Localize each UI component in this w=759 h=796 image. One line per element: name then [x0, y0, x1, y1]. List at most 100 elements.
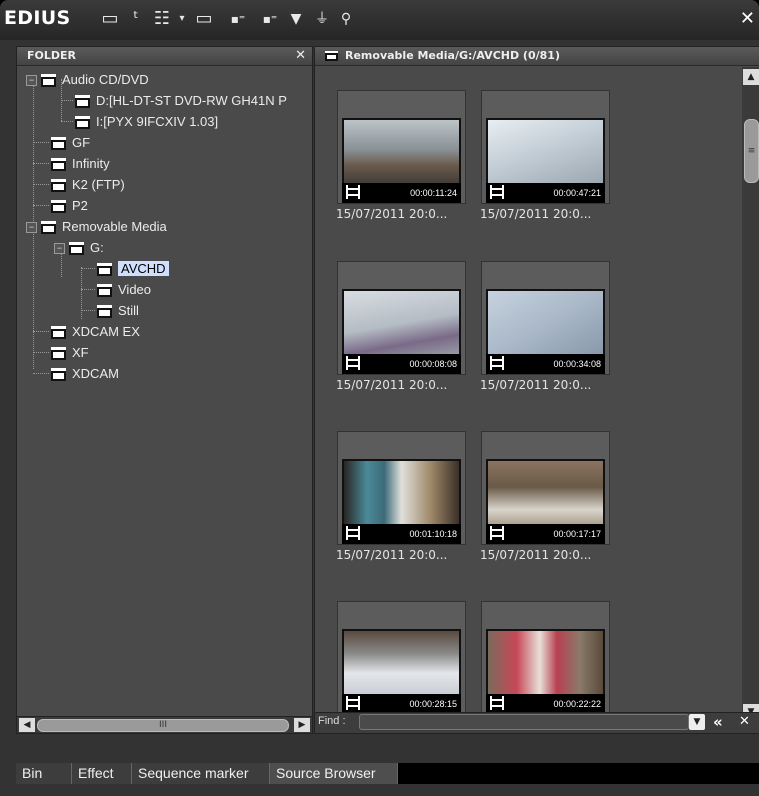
clip-timecode: 00:00:28:15 — [409, 699, 457, 709]
folder-pane: FOLDER ✕ − Audio CD/DVD D:[HL-DT-ST DVD-… — [16, 46, 313, 734]
clip-item[interactable]: 00:00:17:17 15/07/2011 20:0... — [480, 431, 610, 562]
clip-info-bar: 00:00:08:08 — [342, 354, 461, 374]
tree-node-drive-g[interactable]: − G: — [54, 237, 104, 258]
tree-node-avchd[interactable]: AVCHD — [97, 258, 169, 279]
find-bar: Find : ▼ « ✕ — [315, 712, 759, 733]
clip-date: 15/07/2011 20:0... — [336, 378, 448, 392]
tree-node-k2-ftp[interactable]: K2 (FTP) — [51, 174, 125, 195]
clip-timecode: 00:00:47:21 — [553, 188, 601, 198]
path-header: Removable Media/G:/AVCHD (0/81) — [315, 47, 759, 66]
collapse-icon[interactable]: − — [54, 243, 65, 255]
film-icon — [346, 526, 360, 540]
clip-timecode: 00:00:34:08 — [553, 359, 601, 369]
clip-timecode: 00:01:10:18 — [409, 529, 457, 539]
folder-icon — [97, 284, 112, 298]
source-browser-pane: Removable Media/G:/AVCHD (0/81) 00:00:11… — [314, 46, 759, 734]
tree-node-xdcam[interactable]: XDCAM — [51, 363, 119, 384]
toolbar: EDIUS ▭ ᵗ ☷ ▾ ▭ ▪⁼ ▪⁼ ▼ ⏚ ⚲ ✕ — [0, 0, 759, 40]
folder-pane-header: FOLDER ✕ — [17, 47, 312, 66]
clip-timecode: 00:00:17:17 — [553, 529, 601, 539]
film-icon — [346, 696, 360, 710]
tree-node-drive-i[interactable]: I:[PYX 9IFCXIV 1.03] — [75, 111, 218, 132]
tree-node-xdcam-ex[interactable]: XDCAM EX — [51, 321, 140, 342]
pin-icon[interactable]: ▼ — [284, 9, 308, 29]
import-icon[interactable]: ▪⁼ — [226, 9, 250, 29]
folder-icon — [51, 326, 66, 340]
tree-node-gf[interactable]: GF — [51, 132, 90, 153]
tree-node-p2[interactable]: P2 — [51, 195, 88, 216]
folder-icon — [51, 347, 66, 361]
folder-icon — [51, 368, 66, 382]
tree-node-infinity[interactable]: Infinity — [51, 153, 110, 174]
folder-horizontal-scrollbar[interactable]: ◀ III ▶ — [17, 716, 312, 733]
film-icon — [490, 185, 504, 199]
clip-thumbnail — [342, 289, 461, 358]
tab-effect[interactable]: Effect — [72, 763, 132, 784]
dropdown-arrow-icon[interactable]: ▾ — [170, 9, 194, 29]
clip-item[interactable]: 00:00:34:08 15/07/2011 20:0... — [480, 261, 610, 392]
clip-date: 15/07/2011 20:0... — [336, 548, 448, 562]
tree-node-xf[interactable]: XF — [51, 342, 89, 363]
tab-source-browser[interactable]: Source Browser — [270, 763, 398, 784]
tab-bin[interactable]: Bin — [16, 763, 72, 784]
folder-icon — [75, 95, 90, 109]
scroll-left-icon[interactable]: ◀ — [19, 718, 35, 732]
find-dropdown-icon[interactable]: ▼ — [689, 714, 705, 730]
clip-info-bar: 00:00:28:15 — [342, 694, 461, 714]
folder-pane-close-button[interactable]: ✕ — [295, 47, 306, 65]
scroll-thumb[interactable]: III — [37, 719, 289, 732]
scroll-right-icon[interactable]: ▶ — [294, 718, 310, 732]
scroll-up-icon[interactable]: ▲ — [743, 69, 759, 85]
clip-info-bar: 00:00:17:17 — [486, 524, 605, 544]
folder-icon — [69, 242, 84, 256]
folder-icon — [41, 221, 56, 235]
settings-icon[interactable]: ⚲ — [334, 9, 358, 29]
clip-timecode: 00:00:08:08 — [409, 359, 457, 369]
clip-item[interactable]: 00:00:11:24 15/07/2011 20:0... — [336, 90, 466, 221]
film-icon — [346, 356, 360, 370]
tree-node-still[interactable]: Still — [97, 300, 139, 321]
folder-icon — [51, 158, 66, 172]
clip-item[interactable]: 00:01:10:18 15/07/2011 20:0... — [336, 431, 466, 562]
clip-info-bar: 00:01:10:18 — [342, 524, 461, 544]
clip-info-bar: 00:00:34:08 — [486, 354, 605, 374]
clip-item[interactable]: 00:00:08:08 15/07/2011 20:0... — [336, 261, 466, 392]
find-input[interactable] — [359, 714, 689, 730]
folder-icon[interactable]: ▭ — [98, 9, 122, 29]
find-previous-icon[interactable]: « — [713, 713, 723, 731]
scroll-thumb[interactable]: ≡ — [744, 119, 759, 183]
clip-thumbnail — [342, 118, 461, 187]
tab-sequence-marker[interactable]: Sequence marker — [132, 763, 270, 784]
folder-icon — [97, 305, 112, 319]
tree-node-audio-cd[interactable]: − Audio CD/DVD — [26, 69, 149, 90]
clip-thumbnail — [486, 459, 605, 528]
folder-icon — [51, 200, 66, 214]
clip-item[interactable]: 00:00:28:15 — [337, 601, 466, 722]
app-brand: EDIUS — [4, 7, 71, 29]
collapse-icon[interactable]: − — [26, 222, 37, 234]
up-level-icon[interactable]: ᵗ — [124, 9, 148, 29]
folder-icon — [51, 179, 66, 193]
find-close-icon[interactable]: ✕ — [739, 713, 750, 731]
clip-info-bar: 00:00:47:21 — [486, 183, 605, 203]
clip-vertical-scrollbar[interactable]: ▲ ≡ ▼ — [742, 67, 759, 722]
clip-thumbnail — [486, 629, 605, 698]
transfer-icon[interactable]: ⏚ — [310, 9, 334, 29]
clip-info-bar: 00:00:11:24 — [342, 183, 461, 203]
clip-thumbnail — [486, 118, 605, 187]
export-icon[interactable]: ▪⁼ — [258, 9, 282, 29]
clip-thumbnail — [342, 629, 461, 698]
window-close-button[interactable]: ✕ — [740, 8, 755, 29]
clip-date: 15/07/2011 20:0... — [480, 548, 592, 562]
clip-item[interactable]: 00:00:22:22 — [481, 601, 610, 722]
folder-tree: − Audio CD/DVD D:[HL-DT-ST DVD-RW GH41N P… — [17, 67, 312, 733]
clip-date: 15/07/2011 20:0... — [480, 207, 592, 221]
clip-timecode: 00:00:11:24 — [410, 188, 457, 198]
clip-thumbnail — [342, 459, 461, 528]
tree-node-video[interactable]: Video — [97, 279, 151, 300]
tree-node-removable-media[interactable]: − Removable Media — [26, 216, 167, 237]
collapse-icon[interactable]: − — [26, 75, 37, 87]
window-icon[interactable]: ▭ — [192, 9, 216, 29]
clip-item[interactable]: 00:00:47:21 15/07/2011 20:0... — [480, 90, 610, 221]
tree-node-drive-d[interactable]: D:[HL-DT-ST DVD-RW GH41N P — [75, 90, 287, 111]
